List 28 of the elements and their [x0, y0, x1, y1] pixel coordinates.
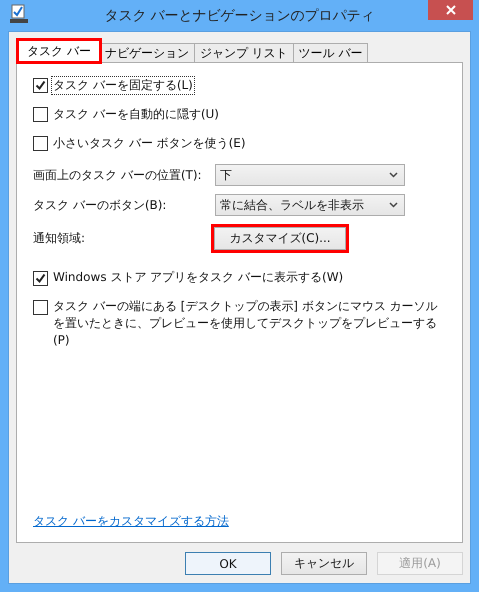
checkbox[interactable] [33, 107, 48, 122]
checkbox[interactable] [33, 271, 48, 286]
field-label: 通知領域: [33, 230, 86, 247]
checkbox-label: 小さいタスク バー ボタンを使う(E) [52, 135, 247, 152]
checkbox[interactable] [33, 300, 48, 315]
window-title: タスク バーとナビゲーションのプロパティ [103, 6, 376, 24]
dropdown[interactable]: 下 [215, 164, 405, 186]
close-button[interactable] [428, 0, 473, 20]
checklist-icon [10, 4, 28, 24]
tab[interactable]: タスク バー [18, 40, 100, 62]
field-label: タスク バーのボタン(B): [33, 196, 168, 214]
dropdown[interactable]: 常に結合、ラベルを非表示 [215, 194, 405, 216]
customize-button[interactable]: カスタマイズ(C)... [214, 227, 346, 250]
checkbox-label: タスク バーを固定する(L) [52, 77, 194, 94]
tab[interactable]: ジャンプ リスト [194, 43, 294, 62]
checkbox[interactable] [33, 136, 48, 151]
checkbox-label: タスク バーを自動的に隠す(U) [52, 106, 220, 123]
close-icon [446, 5, 456, 15]
chevron-down-icon [389, 202, 398, 208]
help-link[interactable]: タスク バーをカスタマイズする方法 [33, 513, 229, 530]
field-label: 画面上のタスク バーの位置(T): [33, 166, 203, 184]
checkbox[interactable] [33, 78, 48, 93]
checkbox-label: Windows ストア アプリをタスク バーに表示する(W) [52, 269, 344, 286]
checkbox-label: タスク バーの端にある [デスクトップの表示] ボタンにマウス カーソルを置いたときに、プレビューを使用してデスクトップをプレビューする(P) [52, 298, 439, 349]
chevron-down-icon [389, 172, 398, 178]
tab[interactable]: ツール バー [292, 43, 368, 62]
dialog-button[interactable]: OK [185, 552, 271, 575]
dialog-button[interactable]: キャンセル [281, 552, 367, 575]
